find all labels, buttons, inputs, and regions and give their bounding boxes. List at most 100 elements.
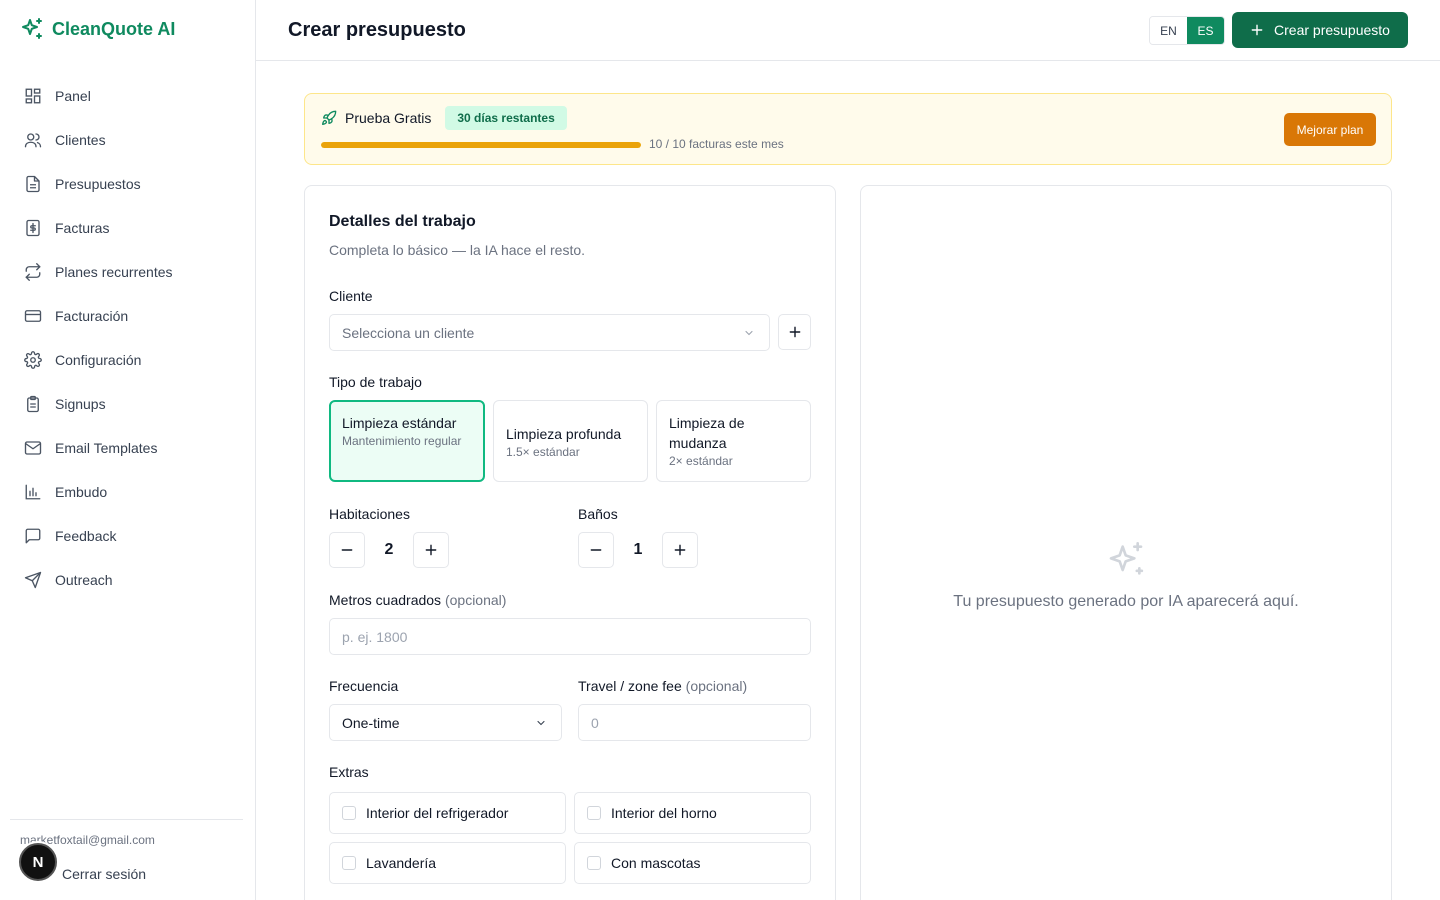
job-type-standard[interactable]: Limpieza estándar Mantenimiento regular xyxy=(329,400,485,482)
preview-empty-state: Tu presupuesto generado por IA aparecerá… xyxy=(861,540,1391,611)
travel-fee-input[interactable] xyxy=(578,704,811,741)
brand-name: CleanQuote AI xyxy=(52,18,176,39)
sidebar-item-signups[interactable]: Signups xyxy=(10,382,246,426)
trial-label: Prueba Gratis xyxy=(345,110,432,126)
job-type-moving[interactable]: Limpieza de mudanza 2× estándar xyxy=(656,400,811,482)
checkbox[interactable] xyxy=(587,806,601,820)
upgrade-plan-button[interactable]: Mejorar plan xyxy=(1284,113,1376,146)
extra-label: Con mascotas xyxy=(611,855,701,871)
logout-button[interactable]: Cerrar sesión xyxy=(62,866,146,882)
sqft-input[interactable] xyxy=(329,618,811,655)
checkbox[interactable] xyxy=(342,806,356,820)
plus-icon xyxy=(425,544,437,556)
job-type-name: Limpieza profunda xyxy=(506,426,622,442)
sidebar-item-label: Embudo xyxy=(55,484,108,500)
rooms-decrement-button[interactable] xyxy=(329,532,365,568)
quote-preview-card: Tu presupuesto generado por IA aparecerá… xyxy=(860,185,1392,900)
rocket-icon xyxy=(322,110,337,125)
client-select-placeholder: Selecciona un cliente xyxy=(342,324,475,341)
extras-label: Extras xyxy=(329,764,369,780)
sidebar-divider xyxy=(10,819,243,820)
extra-label: Interior del horno xyxy=(611,805,717,821)
extra-label: Interior del refrigerador xyxy=(366,805,509,821)
checkbox[interactable] xyxy=(342,856,356,870)
sidebar-item-label: Planes recurrentes xyxy=(55,264,173,280)
trial-progress-fill xyxy=(321,142,641,148)
baths-value: 1 xyxy=(633,541,643,558)
plus-icon xyxy=(789,326,800,338)
sidebar-item-embudo[interactable]: Embudo xyxy=(10,470,246,514)
mail-icon xyxy=(24,441,42,455)
create-quote-button[interactable]: Crear presupuesto xyxy=(1232,12,1408,48)
checkbox[interactable] xyxy=(587,856,601,870)
optional-hint: (opcional) xyxy=(444,592,507,608)
sidebar-item-label: Facturación xyxy=(55,308,129,324)
preview-empty-text: Tu presupuesto generado por IA aparecerá… xyxy=(953,593,1299,610)
lang-en-button[interactable]: EN xyxy=(1150,17,1187,44)
sidebar-item-label: Panel xyxy=(55,88,91,104)
add-client-button[interactable] xyxy=(778,314,811,350)
brand-logo[interactable]: CleanQuote AI xyxy=(20,17,175,41)
baths-decrement-button[interactable] xyxy=(578,532,614,568)
send-icon xyxy=(24,571,42,589)
sidebar-item-facturas[interactable]: Facturas xyxy=(10,206,246,250)
sidebar-item-email-templates[interactable]: Email Templates xyxy=(10,426,246,470)
repeat-icon xyxy=(25,263,41,281)
sidebar-item-label: Email Templates xyxy=(55,440,158,456)
minus-icon xyxy=(590,549,602,551)
lang-es-button[interactable]: ES xyxy=(1187,17,1224,44)
client-select[interactable]: Selecciona un cliente xyxy=(329,314,770,351)
extra-fridge[interactable]: Interior del refrigerador xyxy=(329,792,566,834)
extra-pets[interactable]: Con mascotas xyxy=(574,842,811,884)
frequency-select[interactable]: One-time xyxy=(329,704,562,741)
sidebar-item-clientes[interactable]: Clientes xyxy=(10,118,246,162)
invoice-dollar-icon xyxy=(26,219,40,237)
optional-hint: (opcional) xyxy=(685,678,748,694)
top-header: Crear presupuesto EN ES Crear presupuest… xyxy=(256,0,1440,61)
sidebar-item-label: Signups xyxy=(55,396,106,412)
plus-icon xyxy=(674,544,686,556)
extra-oven[interactable]: Interior del horno xyxy=(574,792,811,834)
sparkles-icon xyxy=(1109,542,1144,575)
extra-laundry[interactable]: Lavandería xyxy=(329,842,566,884)
job-type-deep[interactable]: Limpieza profunda 1.5× estándar xyxy=(493,400,648,482)
sidebar-item-label: Clientes xyxy=(55,132,106,148)
sidebar-item-label: Presupuestos xyxy=(55,176,141,192)
chevron-down-icon xyxy=(745,330,753,336)
sqft-label: Metros cuadrados (opcional) xyxy=(329,592,506,608)
client-label: Cliente xyxy=(329,288,373,304)
card-subtitle: Completa lo básico — la IA hace el resto… xyxy=(329,242,586,258)
job-type-desc: 2× estándar xyxy=(669,454,733,468)
baths-increment-button[interactable] xyxy=(662,532,698,568)
sidebar-item-presupuestos[interactable]: Presupuestos xyxy=(10,162,246,206)
trial-progress-bar xyxy=(321,142,641,148)
avatar[interactable]: N xyxy=(19,843,57,881)
travel-fee-label-text: Travel / zone fee xyxy=(578,678,682,694)
credit-card-icon xyxy=(24,310,42,322)
sidebar-item-panel[interactable]: Panel xyxy=(10,74,246,118)
sparkle-logo-icon xyxy=(22,18,42,39)
rooms-increment-button[interactable] xyxy=(413,532,449,568)
extra-label: Lavandería xyxy=(366,855,437,871)
job-type-name: Limpieza de mudanza xyxy=(669,415,745,451)
frequency-select-value: One-time xyxy=(342,714,400,731)
chevron-down-icon xyxy=(537,720,545,726)
rooms-value: 2 xyxy=(384,541,394,558)
sqft-label-text: Metros cuadrados xyxy=(329,592,442,608)
job-type-label: Tipo de trabajo xyxy=(329,374,422,390)
trial-banner: Prueba Gratis 30 días restantes 10 / 10 … xyxy=(304,93,1392,165)
sidebar: CleanQuote AI Panel Clientes Presupuesto… xyxy=(0,0,256,900)
sidebar-item-configuracion[interactable]: Configuración xyxy=(10,338,246,382)
sidebar-item-label: Facturas xyxy=(55,220,110,236)
sidebar-item-planes-recurrentes[interactable]: Planes recurrentes xyxy=(10,250,246,294)
minus-icon xyxy=(341,549,353,551)
gear-icon xyxy=(24,351,42,369)
job-details-card: Detalles del trabajo Completa lo básico … xyxy=(304,185,836,900)
frequency-label: Frecuencia xyxy=(329,678,399,694)
users-icon xyxy=(24,133,42,148)
sidebar-item-feedback[interactable]: Feedback xyxy=(10,514,246,558)
sidebar-nav: Panel Clientes Presupuestos Facturas Pla… xyxy=(10,74,246,602)
sidebar-item-facturacion[interactable]: Facturación xyxy=(10,294,246,338)
sidebar-item-outreach[interactable]: Outreach xyxy=(10,558,246,602)
rooms-label: Habitaciones xyxy=(329,506,410,522)
